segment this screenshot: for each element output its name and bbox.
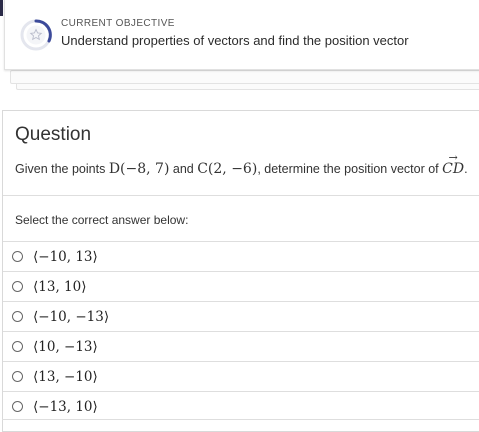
left-edge-bar <box>0 0 3 16</box>
objective-kicker: CURRENT OBJECTIVE <box>61 18 175 29</box>
objective-title: Understand properties of vectors and fin… <box>61 33 409 48</box>
option-label: ⟨10, −13⟩ <box>33 338 98 355</box>
star-progress-icon <box>19 18 53 52</box>
prompt-prefix: Given the points <box>15 162 109 176</box>
radio-button[interactable] <box>12 371 23 382</box>
radio-button[interactable] <box>12 281 23 292</box>
prompt-mid: , determine the position vector of <box>257 162 443 176</box>
option-label: ⟨−13, 10⟩ <box>33 398 98 415</box>
card-stack-shadow <box>10 70 479 84</box>
vector-arrow-icon: → <box>448 151 458 164</box>
option-label: ⟨13, −10⟩ <box>33 368 98 385</box>
point-d: D(−8, 7) <box>108 161 170 177</box>
objective-card: CURRENT OBJECTIVE Understand properties … <box>4 0 479 70</box>
option-label: ⟨−10, −13⟩ <box>33 308 110 325</box>
question-panel: Question Given the points D(−8, 7) and C… <box>2 110 479 432</box>
divider <box>2 419 479 420</box>
select-instruction: Select the correct answer below: <box>15 213 189 227</box>
answer-option[interactable]: ⟨13, −10⟩ <box>3 361 479 391</box>
option-label: ⟨13, 10⟩ <box>33 278 87 295</box>
answer-option[interactable]: ⟨13, 10⟩ <box>3 271 479 301</box>
answer-option[interactable]: ⟨−10, −13⟩ <box>3 301 479 331</box>
radio-button[interactable] <box>12 341 23 352</box>
prompt-and: and <box>169 162 198 176</box>
option-label: ⟨−10, 13⟩ <box>33 248 98 265</box>
radio-button[interactable] <box>12 311 23 322</box>
point-c: C(2, −6) <box>197 161 258 177</box>
radio-button[interactable] <box>12 251 23 262</box>
answer-option[interactable]: ⟨10, −13⟩ <box>3 331 479 361</box>
prompt-period: . <box>464 162 468 176</box>
question-prompt: Given the points D(−8, 7) and C(2, −6), … <box>15 152 468 177</box>
answer-option[interactable]: ⟨−13, 10⟩ <box>3 391 479 421</box>
divider <box>3 195 479 196</box>
radio-button[interactable] <box>12 401 23 412</box>
question-heading: Question <box>15 124 92 145</box>
vector-cd: → CD <box>442 152 464 177</box>
answer-options: ⟨−10, 13⟩ ⟨13, 10⟩ ⟨−10, −13⟩ ⟨10, −13⟩ … <box>3 241 479 421</box>
answer-option[interactable]: ⟨−10, 13⟩ <box>3 241 479 271</box>
